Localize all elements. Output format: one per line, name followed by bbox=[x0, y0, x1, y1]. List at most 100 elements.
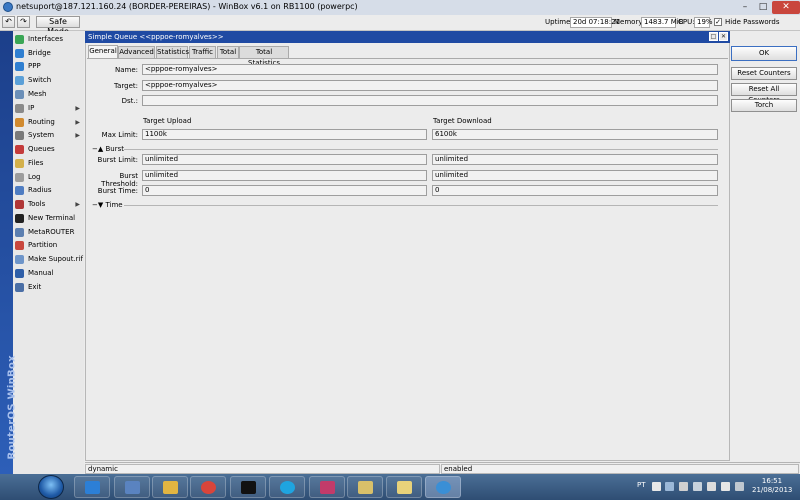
burst-threshold-download-field[interactable]: unlimited bbox=[432, 170, 718, 181]
sidebar-item-label: Log bbox=[28, 173, 41, 181]
system-icon bbox=[15, 131, 24, 140]
close-button[interactable]: ✕ bbox=[772, 1, 800, 14]
undo-button[interactable]: ↶ bbox=[2, 16, 15, 28]
sidebar-item-manual[interactable]: Manual bbox=[13, 267, 84, 280]
mesh-icon bbox=[15, 90, 24, 99]
burst-threshold-upload-field[interactable]: unlimited bbox=[142, 170, 427, 181]
tray-flag-icon[interactable] bbox=[679, 482, 688, 491]
sidebar-item-ppp[interactable]: PPP bbox=[13, 60, 84, 73]
sidebar-item-queues[interactable]: Queues bbox=[13, 143, 84, 156]
submenu-arrow-icon: ▶ bbox=[75, 132, 80, 139]
cpu-label: CPU: bbox=[678, 18, 695, 26]
sidebar-item-routing[interactable]: Routing ▶ bbox=[13, 116, 84, 129]
tray-app-icon[interactable] bbox=[665, 482, 674, 491]
ppp-icon bbox=[15, 62, 24, 71]
sidebar-item-system[interactable]: System ▶ bbox=[13, 129, 84, 142]
notes-taskbar-button[interactable] bbox=[386, 476, 422, 498]
reset-counters-button[interactable]: Reset Counters bbox=[731, 67, 797, 80]
sidebar-item-label: Mesh bbox=[28, 90, 47, 98]
safe-mode-button[interactable]: Safe Mode bbox=[36, 16, 80, 36]
burst-time-download-field[interactable]: 0 bbox=[432, 185, 718, 196]
submenu-arrow-icon: ▶ bbox=[75, 201, 80, 208]
dialog-maximize-icon[interactable]: □ bbox=[709, 32, 718, 41]
burst-limit-upload-field[interactable]: unlimited bbox=[142, 154, 427, 165]
max-limit-label: Max Limit: bbox=[101, 131, 138, 139]
folder-taskbar-button[interactable] bbox=[347, 476, 383, 498]
sidebar-item-new-terminal[interactable]: New Terminal bbox=[13, 212, 84, 225]
ok-button[interactable]: OK bbox=[731, 46, 797, 61]
sidebar-item-switch[interactable]: Switch bbox=[13, 74, 84, 87]
winbox-app-icon bbox=[3, 2, 13, 12]
tab-statistics[interactable]: Statistics bbox=[156, 46, 189, 58]
network-taskbar-button[interactable] bbox=[114, 476, 150, 498]
cmd-taskbar-button[interactable] bbox=[230, 476, 266, 498]
hide-passwords-checkbox[interactable]: ✓ bbox=[714, 18, 722, 26]
tray-chevron-icon[interactable] bbox=[652, 482, 661, 491]
redo-button[interactable]: ↷ bbox=[17, 16, 30, 28]
max-limit-upload-field[interactable]: 1100k bbox=[142, 129, 427, 140]
terminal-icon bbox=[15, 214, 24, 223]
network-taskbar-icon bbox=[125, 481, 140, 494]
target-field[interactable]: <pppoe-romyalves> bbox=[142, 80, 718, 91]
tab-traffic[interactable]: Traffic bbox=[189, 46, 216, 58]
memory-value: 1483.7 MiB bbox=[641, 17, 684, 28]
tab-advanced[interactable]: Advanced bbox=[118, 46, 155, 58]
sidebar-item-interfaces[interactable]: Interfaces bbox=[13, 33, 84, 46]
app-taskbar-button[interactable] bbox=[309, 476, 345, 498]
burst-time-upload-field[interactable]: 0 bbox=[142, 185, 427, 196]
ip-icon bbox=[15, 104, 24, 113]
burst-limit-download-field[interactable]: unlimited bbox=[432, 154, 718, 165]
dialog-close-icon[interactable]: ✕ bbox=[719, 32, 728, 41]
tab-general[interactable]: General bbox=[88, 45, 118, 58]
routing-icon bbox=[15, 118, 24, 127]
tray-volume-icon[interactable] bbox=[721, 482, 730, 491]
collapse-icon: −▲ bbox=[92, 145, 104, 153]
sidebar-item-tools[interactable]: Tools ▶ bbox=[13, 198, 84, 211]
winbox-taskbar-button[interactable] bbox=[425, 476, 461, 498]
tray-network-icon[interactable] bbox=[693, 482, 702, 491]
sidebar-item-partition[interactable]: Partition bbox=[13, 239, 84, 252]
sidebar-item-mesh[interactable]: Mesh bbox=[13, 88, 84, 101]
radius-icon bbox=[15, 186, 24, 195]
sidebar-item-make-supout-rif[interactable]: Make Supout.rif bbox=[13, 253, 84, 266]
sidebar-item-exit[interactable]: Exit bbox=[13, 281, 84, 294]
status-dynamic: dynamic bbox=[85, 464, 440, 474]
skype-taskbar-button[interactable] bbox=[269, 476, 305, 498]
maximize-button[interactable]: □ bbox=[754, 1, 772, 14]
clock-time: 16:51 bbox=[761, 477, 783, 485]
tab-total-statistics[interactable]: Total Statistics bbox=[239, 46, 289, 67]
time-section-toggle[interactable]: −▼ Time bbox=[92, 201, 123, 209]
sidebar-item-label: System bbox=[28, 131, 55, 139]
tab-total[interactable]: Total bbox=[217, 46, 239, 58]
chrome-taskbar-button[interactable] bbox=[190, 476, 226, 498]
torch-button[interactable]: Torch bbox=[731, 99, 797, 112]
tray-display-icon[interactable] bbox=[707, 482, 716, 491]
dialog-title: Simple Queue <<pppoe-romyalves>> bbox=[88, 33, 224, 41]
explorer-taskbar-button[interactable] bbox=[152, 476, 188, 498]
reset-all-counters-button[interactable]: Reset All Counters bbox=[731, 83, 797, 104]
sidebar-item-log[interactable]: Log bbox=[13, 171, 84, 184]
chrome-taskbar-icon bbox=[201, 481, 216, 494]
switch-icon bbox=[15, 76, 24, 85]
sidebar-item-label: MetaROUTER bbox=[28, 228, 75, 236]
dst-field[interactable] bbox=[142, 95, 718, 106]
window-controls: – □ ✕ bbox=[736, 0, 800, 15]
burst-section-toggle[interactable]: −▲ Burst bbox=[92, 145, 124, 153]
max-limit-download-field[interactable]: 6100k bbox=[432, 129, 718, 140]
start-button[interactable] bbox=[38, 475, 64, 499]
ie-taskbar-button[interactable] bbox=[74, 476, 110, 498]
minimize-button[interactable]: – bbox=[736, 1, 754, 14]
files-icon bbox=[15, 159, 24, 168]
sidebar-item-radius[interactable]: Radius bbox=[13, 184, 84, 197]
memory-label: Memory: bbox=[614, 18, 645, 26]
tray-misc-icon[interactable] bbox=[735, 482, 744, 491]
queues-icon bbox=[15, 145, 24, 154]
taskbar-clock[interactable]: 16:51 21/08/2013 bbox=[752, 477, 792, 495]
name-field[interactable]: <pppoe-romyalves> bbox=[142, 64, 718, 75]
sidebar-item-bridge[interactable]: Bridge bbox=[13, 47, 84, 60]
sidebar-item-metarouter[interactable]: MetaROUTER bbox=[13, 226, 84, 239]
language-indicator[interactable]: PT bbox=[637, 481, 646, 489]
sidebar-item-ip[interactable]: IP ▶ bbox=[13, 102, 84, 115]
sidebar-item-files[interactable]: Files bbox=[13, 157, 84, 170]
ie-taskbar-icon bbox=[85, 481, 100, 494]
